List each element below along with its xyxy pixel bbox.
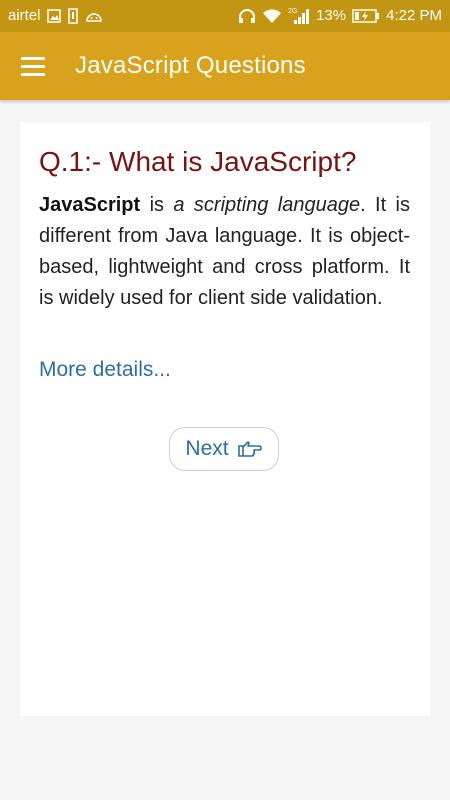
- pointing-hand-icon: [237, 439, 263, 459]
- app-bar: JavaScript Questions: [0, 32, 450, 100]
- answer-keyword: JavaScript: [39, 194, 141, 216]
- status-bar: airtel 2G 13% 4:22 PM: [0, 0, 450, 32]
- carrier-name: airtel: [8, 7, 41, 24]
- next-button[interactable]: Next: [169, 427, 279, 471]
- next-label: Next: [185, 437, 229, 460]
- network-type: 2G: [288, 8, 297, 15]
- question-card: Q.1:- What is JavaScript? JavaScript is …: [20, 122, 430, 716]
- answer-emphasis: a scripting language: [173, 194, 361, 216]
- image-icon: [46, 9, 61, 23]
- battery-percent: 13%: [316, 7, 347, 24]
- clock: 4:22 PM: [386, 7, 442, 24]
- hamburger-menu-icon[interactable]: [21, 50, 53, 82]
- more-details-link[interactable]: More details...: [39, 358, 171, 382]
- answer-connector: is: [140, 194, 174, 216]
- app-title: JavaScript Questions: [75, 52, 306, 79]
- battery-charging-icon: [352, 9, 380, 23]
- question-title: Q.1:- What is JavaScript?: [39, 146, 357, 177]
- android-icon: [85, 9, 103, 23]
- signal-icon: 2G: [288, 7, 310, 25]
- answer-text: JavaScript is a scripting language. It i…: [39, 190, 410, 314]
- wifi-icon: [262, 8, 282, 24]
- headphones-icon: [238, 8, 256, 24]
- usb-icon: [67, 8, 79, 24]
